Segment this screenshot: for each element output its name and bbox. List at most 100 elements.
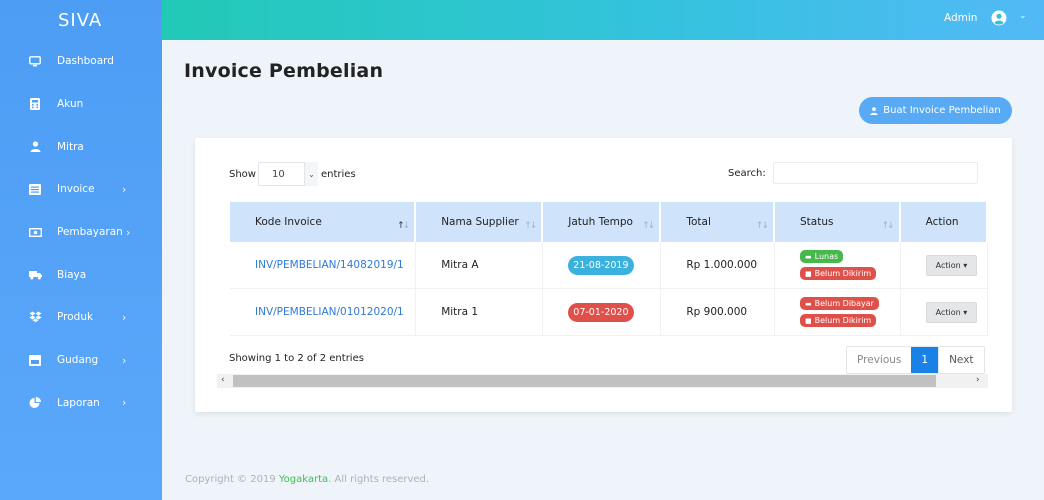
- shipping-status-badge: ■ Belum Dikirim: [800, 267, 877, 280]
- topbar: Admin ⌄: [162, 0, 1044, 40]
- column-header-kode-invoice[interactable]: Kode Invoice ↑↓: [230, 202, 417, 242]
- dropbox-icon: [28, 310, 42, 324]
- scroll-left-arrow-icon[interactable]: ‹: [221, 375, 225, 385]
- sidebar-item-laporan[interactable]: Laporan ›: [0, 382, 162, 425]
- cell-kode-invoice: INV/PEMBELIAN/14082019/1: [230, 242, 417, 289]
- sidebar-item-pembayaran[interactable]: Pembayaran ›: [0, 211, 162, 254]
- sidebar-item-produk[interactable]: Produk ›: [0, 296, 162, 339]
- sidebar-item-label: Biaya: [57, 268, 87, 281]
- sidebar-item-label: Pembayaran: [57, 226, 123, 239]
- monitor-icon: [28, 54, 42, 68]
- sidebar-item-label: Laporan: [57, 396, 100, 409]
- money-icon: ▬: [805, 252, 812, 261]
- due-date-badge: 07-01-2020: [568, 302, 634, 322]
- sidebar-item-label: Gudang: [57, 354, 99, 367]
- user-name[interactable]: Admin: [944, 12, 977, 24]
- horizontal-scrollbar[interactable]: ‹ ›: [217, 374, 988, 388]
- due-date-badge: 21-08-2019: [568, 255, 634, 275]
- truck-icon: [28, 268, 42, 282]
- shipping-status-badge: ■ Belum Dikirim: [800, 314, 877, 327]
- invoice-link[interactable]: INV/PEMBELIAN/01012020/1: [255, 306, 404, 318]
- sidebar: SIVA Dashboard Akun Mitra Invoice › Pemb…: [0, 0, 162, 500]
- pie-chart-icon: [28, 396, 42, 410]
- invoice-table-card: Show 10 ⌄ entries Search: Kode Invoice ↑…: [195, 138, 1012, 412]
- sidebar-item-invoice[interactable]: Invoice ›: [0, 168, 162, 211]
- sidebar-item-label: Akun: [57, 98, 84, 111]
- warehouse-icon: [28, 353, 42, 367]
- sidebar-item-mitra[interactable]: Mitra: [0, 125, 162, 168]
- column-header-status[interactable]: Status ↑↓: [775, 202, 901, 242]
- sidebar-item-biaya[interactable]: Biaya: [0, 253, 162, 296]
- sidebar-item-label: Invoice: [57, 183, 95, 196]
- truck-icon: ■: [805, 269, 812, 278]
- chevron-down-icon[interactable]: ⌄: [1019, 11, 1027, 21]
- table-info: Showing 1 to 2 of 2 entries: [229, 353, 364, 364]
- sort-icon: ↑↓: [755, 221, 769, 231]
- column-header-jatuh-tempo[interactable]: Jatuh Tempo ↑↓: [543, 202, 662, 242]
- sidebar-item-label: Produk: [57, 311, 94, 324]
- pagination: Previous 1 Next: [846, 346, 985, 374]
- cell-total: Rp 900.000: [661, 289, 775, 336]
- cell-status: ▬ Lunas ■ Belum Dikirim: [775, 242, 901, 289]
- scroll-right-arrow-icon[interactable]: ›: [976, 375, 980, 385]
- pagination-next[interactable]: Next: [938, 347, 983, 373]
- column-header-action: Action: [900, 202, 988, 242]
- calculator-icon: [28, 97, 42, 111]
- page-title: Invoice Pembelian: [184, 60, 384, 82]
- payment-status-badge: ▬ Lunas: [800, 250, 844, 263]
- chevron-right-icon: ›: [122, 353, 127, 367]
- show-label: Show: [229, 169, 256, 180]
- cell-jatuh-tempo: 07-01-2020: [543, 289, 662, 336]
- brand-logo[interactable]: SIVA: [0, 0, 162, 40]
- status-badges: ▬ Lunas ■ Belum Dikirim: [800, 250, 900, 280]
- cell-action: Action ▾: [900, 242, 988, 289]
- chevron-right-icon: ›: [126, 225, 131, 239]
- sidebar-item-dashboard[interactable]: Dashboard: [0, 40, 162, 83]
- cell-jatuh-tempo: 21-08-2019: [543, 242, 662, 289]
- pagination-previous[interactable]: Previous: [847, 347, 911, 373]
- action-dropdown-button[interactable]: Action ▾: [925, 301, 978, 323]
- table-row: INV/PEMBELIAN/14082019/1 Mitra A 21-08-2…: [230, 242, 988, 289]
- cell-supplier: Mitra A: [416, 242, 544, 289]
- search-input[interactable]: [773, 162, 978, 184]
- sidebar-item-akun[interactable]: Akun: [0, 83, 162, 126]
- entries-label: entries: [321, 169, 356, 180]
- money-icon: [28, 225, 42, 239]
- sidebar-item-gudang[interactable]: Gudang ›: [0, 339, 162, 382]
- invoice-table: Kode Invoice ↑↓ Nama Supplier ↑↓ Jatuh T…: [230, 202, 988, 336]
- sort-icon: ↑↓: [881, 221, 895, 231]
- list-icon: [28, 182, 42, 196]
- sidebar-item-label: Dashboard: [57, 55, 114, 68]
- sort-icon: ↑↓: [397, 221, 410, 231]
- chevron-right-icon: ›: [122, 182, 127, 196]
- user-circle-icon[interactable]: [991, 10, 1007, 26]
- footer-brand-link[interactable]: Yogakarta: [279, 474, 328, 485]
- pagination-page-1[interactable]: 1: [911, 347, 939, 373]
- user-icon: [870, 106, 878, 115]
- entries-select[interactable]: 10 ⌄: [258, 162, 318, 186]
- truck-icon: ■: [805, 316, 812, 325]
- user-icon: [28, 140, 42, 154]
- chevron-right-icon: ›: [122, 396, 127, 410]
- create-invoice-button[interactable]: Buat Invoice Pembelian: [859, 97, 1012, 124]
- invoice-link[interactable]: INV/PEMBELIAN/14082019/1: [255, 259, 404, 271]
- chevron-down-icon: ⌄: [304, 162, 318, 186]
- cell-status: ▬ Belum Dibayar ■ Belum Dikirim: [775, 289, 901, 336]
- entries-value: 10: [272, 169, 285, 180]
- action-dropdown-button[interactable]: Action ▾: [925, 254, 978, 276]
- status-badges: ▬ Belum Dibayar ■ Belum Dikirim: [800, 297, 900, 327]
- sidebar-nav: Dashboard Akun Mitra Invoice › Pembayara…: [0, 40, 162, 424]
- column-header-total[interactable]: Total ↑↓: [661, 202, 775, 242]
- money-icon: ▬: [805, 299, 812, 308]
- cell-total: Rp 1.000.000: [661, 242, 775, 289]
- sort-icon: ↑↓: [642, 221, 655, 231]
- table-row: INV/PEMBELIAN/01012020/1 Mitra 1 07-01-2…: [230, 289, 988, 336]
- payment-status-badge: ▬ Belum Dibayar: [800, 297, 879, 310]
- table-header-row: Kode Invoice ↑↓ Nama Supplier ↑↓ Jatuh T…: [230, 202, 988, 242]
- cell-action: Action ▾: [900, 289, 988, 336]
- scrollbar-thumb[interactable]: [233, 375, 936, 387]
- chevron-right-icon: ›: [122, 310, 127, 324]
- column-header-nama-supplier[interactable]: Nama Supplier ↑↓: [416, 202, 544, 242]
- cell-supplier: Mitra 1: [416, 289, 544, 336]
- sidebar-item-label: Mitra: [57, 140, 84, 153]
